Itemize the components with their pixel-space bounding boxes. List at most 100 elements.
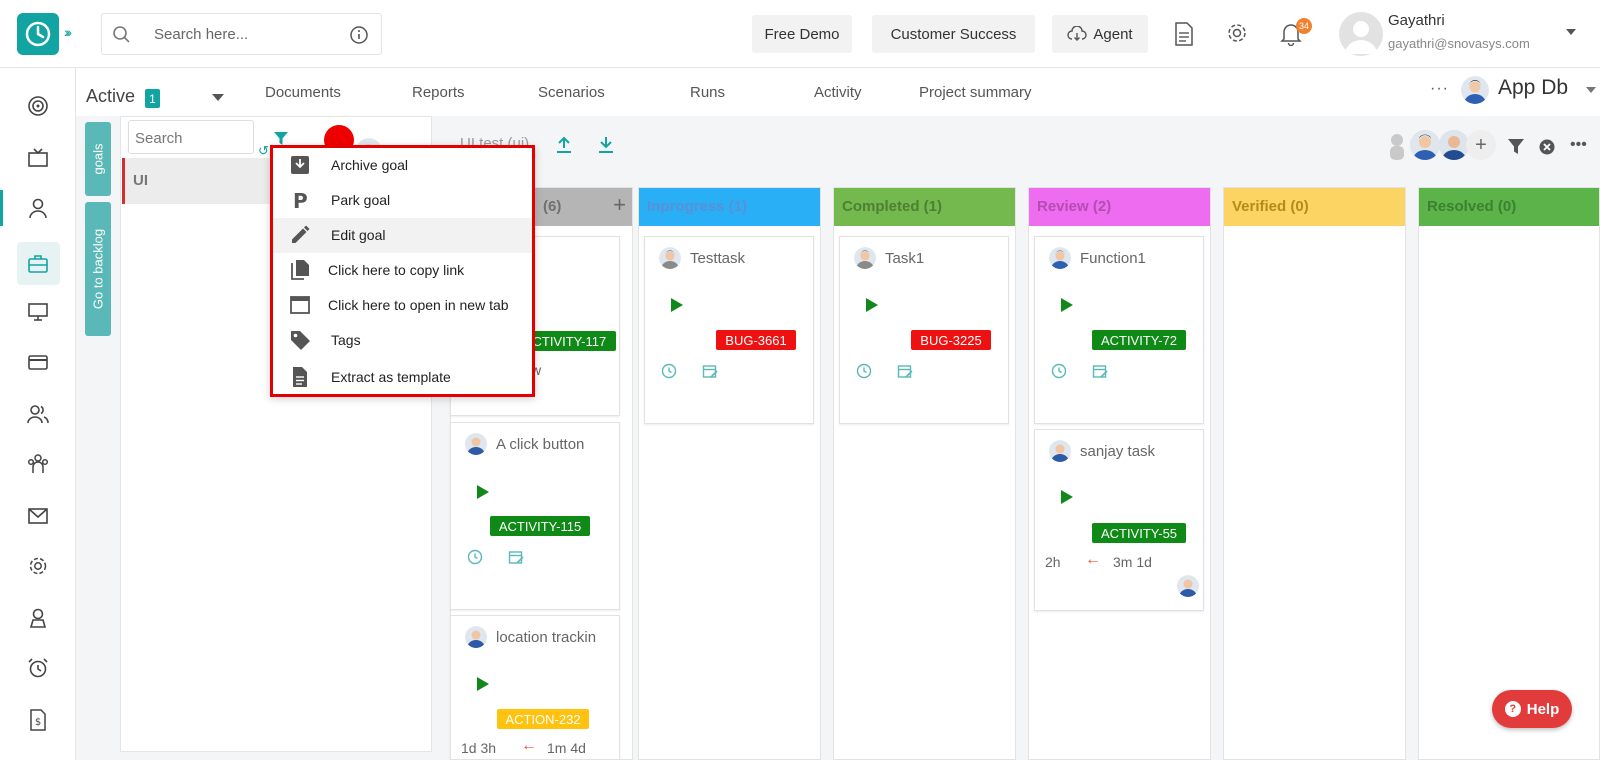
nav-invoice-dollar-icon[interactable]: $ bbox=[26, 708, 50, 732]
tab-project-summary[interactable]: Project summary bbox=[919, 84, 1032, 101]
task-id-badge: ACTION-232 bbox=[497, 709, 589, 729]
free-demo-button[interactable]: Free Demo bbox=[752, 15, 852, 53]
document-icon[interactable] bbox=[1174, 22, 1194, 46]
start-timer-play-icon[interactable] bbox=[1061, 298, 1073, 312]
calendar-edit-icon[interactable] bbox=[508, 549, 524, 565]
tab-reports[interactable]: Reports bbox=[412, 84, 465, 101]
nav-team-icon[interactable] bbox=[26, 452, 50, 476]
info-icon[interactable] bbox=[349, 25, 369, 45]
nav-projects-briefcase-icon[interactable] bbox=[26, 252, 50, 276]
column-title: Resolved (0) bbox=[1427, 198, 1517, 215]
column-title: Completed (1) bbox=[842, 198, 943, 215]
nav-settings-gear-icon[interactable] bbox=[26, 554, 50, 578]
task-card[interactable]: Function1 ACTIVITY-72 bbox=[1034, 236, 1204, 424]
board-filter-icon[interactable] bbox=[1508, 139, 1524, 155]
menu-item-copy-link[interactable]: Click here to copy link bbox=[273, 253, 532, 288]
settings-gear-icon[interactable] bbox=[1226, 22, 1248, 44]
project-subheader: Active 1 Documents Reports Scenarios Run… bbox=[76, 68, 1600, 116]
agent-button[interactable]: Agent bbox=[1052, 15, 1148, 53]
clock-icon[interactable] bbox=[856, 363, 872, 379]
expand-sidebar-icon[interactable]: ››› bbox=[64, 24, 72, 40]
task-card[interactable]: sanjay task ACTIVITY-55 2h ← 3m 1d bbox=[1034, 429, 1204, 611]
go-to-backlog-tab[interactable]: Go to backlog bbox=[85, 202, 111, 336]
menu-item-archive-goal[interactable]: Archive goal bbox=[273, 148, 532, 183]
upload-icon[interactable] bbox=[556, 136, 572, 154]
nav-tv-icon[interactable] bbox=[26, 146, 50, 170]
task-id-badge: ACTIVITY-55 bbox=[1092, 523, 1186, 543]
task-id-badge: BUG-3661 bbox=[716, 330, 796, 350]
project-avatar bbox=[1461, 76, 1489, 104]
nav-dashboard-target-icon[interactable] bbox=[26, 94, 50, 118]
add-member-icon[interactable]: + bbox=[1466, 130, 1496, 160]
add-task-icon[interactable]: + bbox=[613, 192, 626, 218]
refresh-icon[interactable]: ↺ bbox=[258, 143, 269, 159]
nav-user-icon[interactable] bbox=[26, 196, 50, 220]
customer-success-button[interactable]: Customer Success bbox=[872, 15, 1035, 53]
task-title: sanjay task bbox=[1080, 443, 1156, 460]
menu-item-tags[interactable]: Tags bbox=[273, 323, 532, 358]
board-more-options-icon[interactable]: ••• bbox=[1570, 136, 1587, 154]
member-placeholder-avatar[interactable] bbox=[1382, 130, 1412, 160]
clock-icon[interactable] bbox=[661, 363, 677, 379]
task-card[interactable]: A click button ACTIVITY-115 bbox=[450, 422, 620, 610]
goal-status-filter[interactable]: Active bbox=[86, 86, 135, 107]
tab-scenarios[interactable]: Scenarios bbox=[538, 84, 605, 101]
start-timer-play-icon[interactable] bbox=[477, 485, 489, 499]
help-button[interactable]: ? Help bbox=[1492, 690, 1572, 728]
status-filter-chevron-down-icon[interactable] bbox=[212, 94, 224, 101]
nav-users-icon[interactable] bbox=[26, 402, 50, 426]
member-avatar[interactable] bbox=[1439, 130, 1469, 160]
assignee-avatar bbox=[1049, 247, 1071, 269]
calendar-edit-icon[interactable] bbox=[702, 363, 718, 379]
task-card[interactable]: Task1 BUG-3225 bbox=[839, 236, 1009, 424]
nav-mail-icon[interactable] bbox=[26, 504, 50, 528]
search-icon bbox=[113, 26, 130, 43]
start-timer-play-icon[interactable] bbox=[477, 677, 489, 691]
clock-icon[interactable] bbox=[467, 549, 483, 565]
start-timer-play-icon[interactable] bbox=[671, 298, 683, 312]
task-card[interactable]: Testtask BUG-3661 bbox=[644, 236, 814, 424]
spent-time: 1m 4d bbox=[547, 740, 586, 756]
download-icon[interactable] bbox=[598, 136, 614, 154]
new-tab-window-icon bbox=[290, 296, 310, 314]
app-logo-icon[interactable] bbox=[17, 13, 59, 55]
task-title: A click button bbox=[496, 436, 585, 453]
nav-monitor-icon[interactable] bbox=[26, 300, 50, 324]
goals-vertical-tab[interactable]: goals bbox=[85, 122, 111, 196]
estimated-time: 1d 3h bbox=[461, 740, 497, 756]
global-search[interactable]: Search here... bbox=[101, 13, 382, 55]
filter-icon[interactable] bbox=[274, 132, 288, 146]
start-timer-play-icon[interactable] bbox=[866, 298, 878, 312]
task-title: location trackin bbox=[496, 629, 597, 646]
more-options-icon[interactable]: ··· bbox=[1430, 80, 1449, 98]
calendar-edit-icon[interactable] bbox=[1092, 363, 1108, 379]
clear-filter-icon[interactable] bbox=[1539, 139, 1555, 155]
start-timer-play-icon[interactable] bbox=[1061, 490, 1073, 504]
menu-item-open-new-tab[interactable]: Click here to open in new tab bbox=[273, 288, 532, 323]
nav-alarm-clock-icon[interactable] bbox=[26, 656, 50, 680]
user-menu-chevron-down-icon[interactable] bbox=[1566, 29, 1576, 35]
task-card[interactable]: location trackin ACTION-232 1d 3h ← 1m 4… bbox=[450, 615, 620, 760]
project-name[interactable]: App Db bbox=[1498, 76, 1568, 100]
menu-item-edit-goal[interactable]: Edit goal bbox=[273, 218, 532, 253]
calendar-edit-icon[interactable] bbox=[897, 363, 913, 379]
tab-activity[interactable]: Activity bbox=[814, 84, 862, 101]
nav-profile-icon[interactable] bbox=[26, 606, 50, 630]
member-avatar[interactable] bbox=[1410, 130, 1440, 160]
project-chevron-down-icon[interactable] bbox=[1586, 87, 1596, 93]
tab-documents[interactable]: Documents bbox=[265, 84, 341, 101]
cloud-download-icon bbox=[1067, 26, 1088, 41]
menu-item-park-goal[interactable]: P Park goal bbox=[273, 183, 532, 218]
column-header: Completed (1) bbox=[834, 188, 1015, 226]
menu-item-extract-template[interactable]: Extract as template bbox=[273, 360, 532, 395]
clock-icon[interactable] bbox=[1051, 363, 1067, 379]
goal-search-input[interactable]: Search bbox=[128, 120, 254, 154]
goal-item-name: UI bbox=[133, 172, 148, 189]
tab-runs[interactable]: Runs bbox=[690, 84, 725, 101]
nav-card-icon[interactable] bbox=[26, 350, 50, 374]
user-avatar[interactable] bbox=[1339, 12, 1383, 56]
board-column: Verified (0) bbox=[1223, 187, 1406, 760]
search-placeholder: Search here... bbox=[154, 26, 249, 43]
active-goal-count: 1 bbox=[145, 89, 160, 108]
backlog-tab-label: Go to backlog bbox=[90, 228, 106, 310]
